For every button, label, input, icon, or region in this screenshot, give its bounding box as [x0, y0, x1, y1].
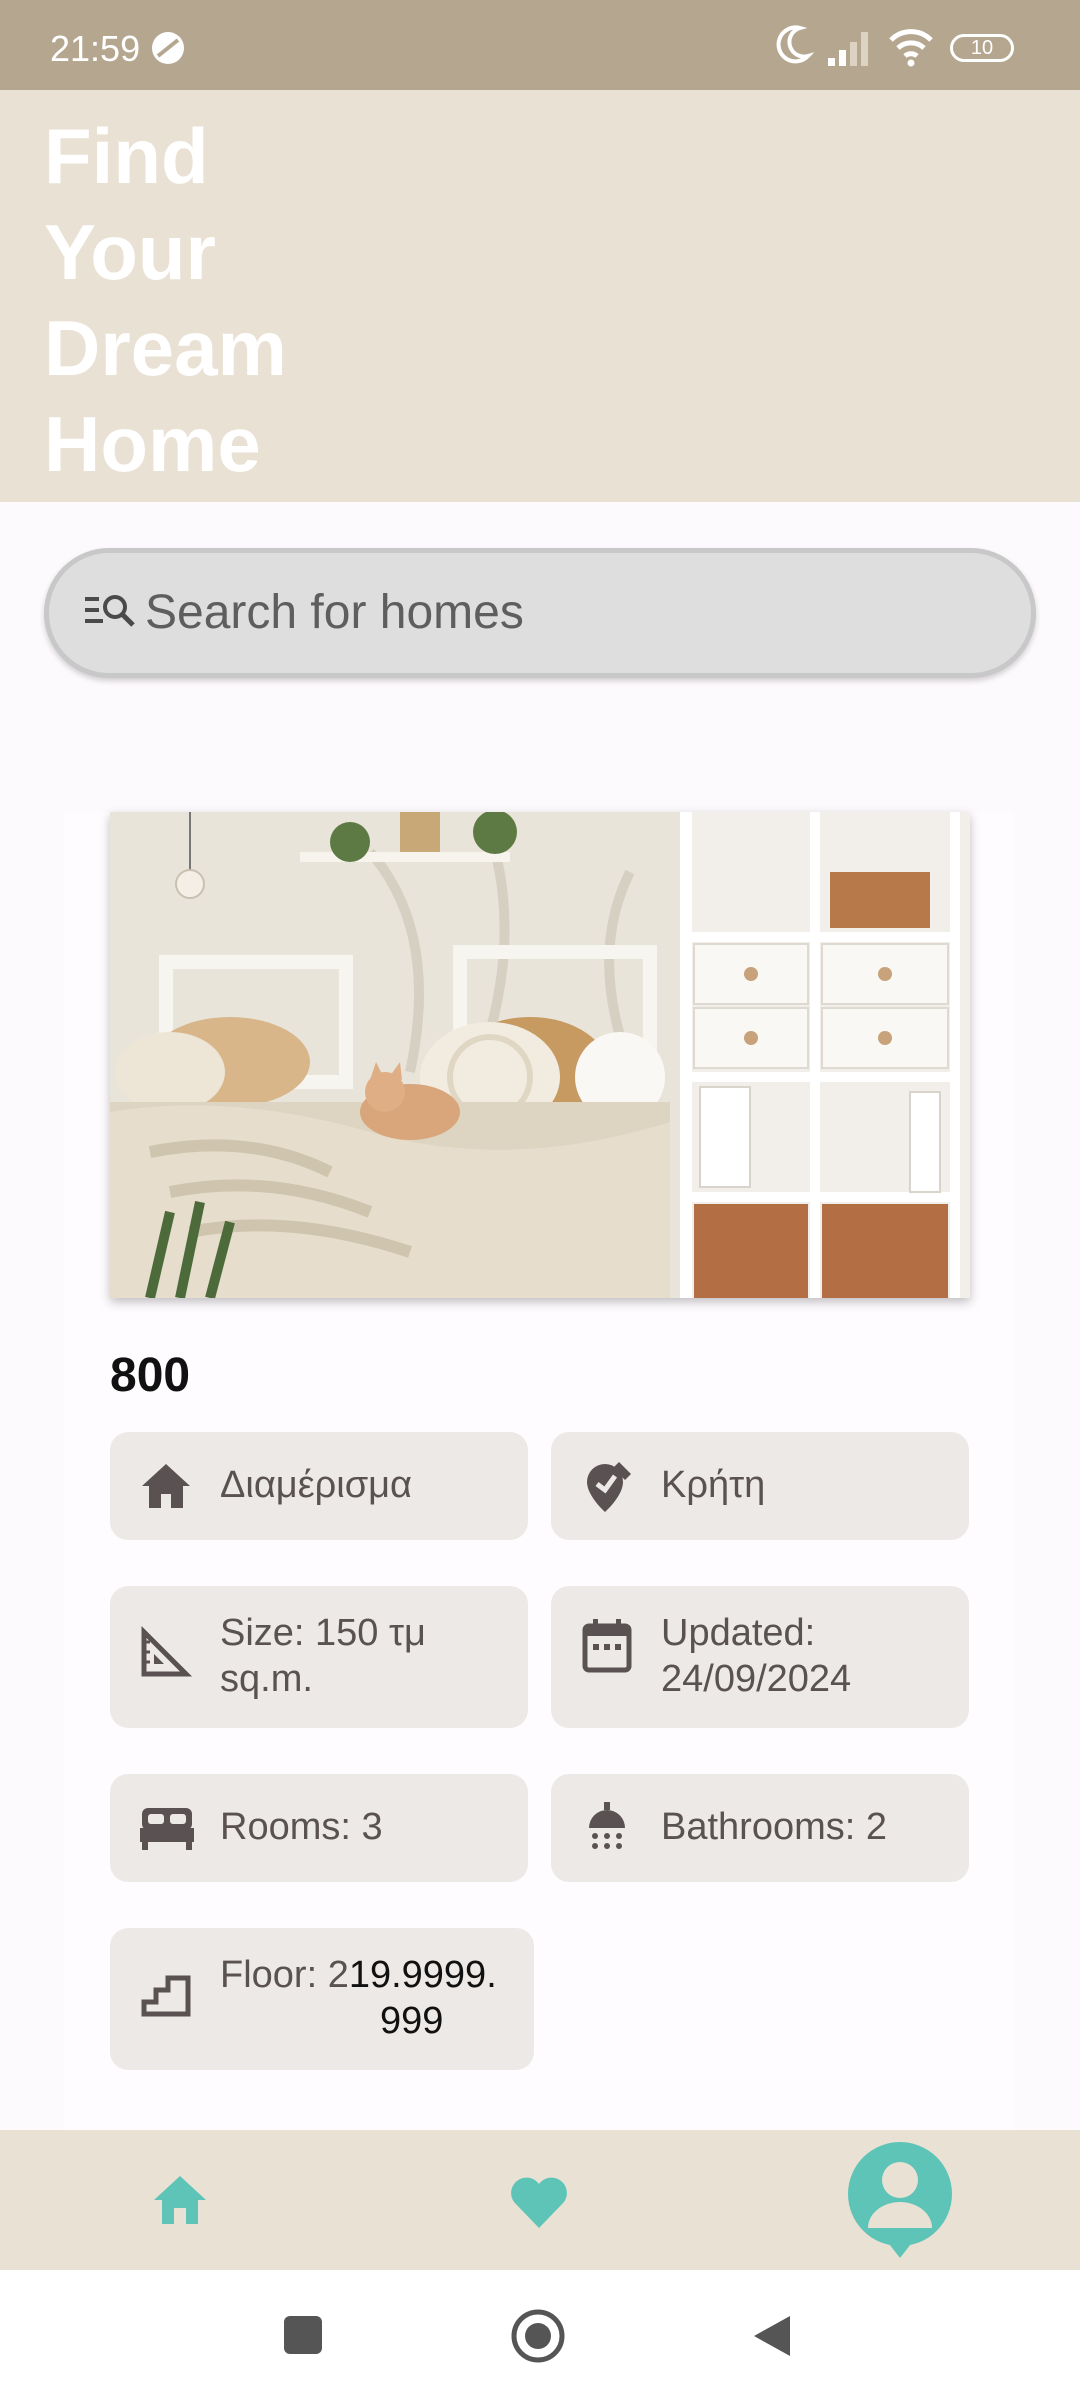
- rooms-text: Rooms: 3: [220, 1806, 383, 1848]
- back-button[interactable]: [752, 2314, 792, 2358]
- chip-property-type: Διαμέρισμα: [110, 1432, 528, 1540]
- size-text: Size: 150 τμ sq.m.: [220, 1612, 426, 1700]
- nav-profile-icon[interactable]: [846, 2142, 954, 2260]
- calendar-icon: [582, 1619, 632, 1673]
- listing-price: 800: [110, 1349, 191, 1402]
- nav-home-icon[interactable]: [150, 2172, 210, 2228]
- nav-favorites-icon[interactable]: [508, 2174, 570, 2230]
- moon-icon: [776, 25, 814, 64]
- chip-floor: Floor: 219.9999. 999: [110, 1928, 534, 2070]
- app-header: Find Your Dream Home: [0, 90, 1080, 502]
- home-icon: [142, 1464, 190, 1508]
- battery-level: 10: [970, 37, 994, 59]
- battery-indicator: 10: [950, 34, 1014, 62]
- search-icon: [85, 595, 135, 627]
- location-edit-icon: [587, 1462, 631, 1512]
- floor-value-line2: 999: [380, 2000, 444, 2042]
- chip-bathrooms: Bathrooms: 2: [551, 1774, 969, 1882]
- floor-label: Floor: 2: [220, 1954, 349, 1996]
- signal-icon: [828, 32, 868, 66]
- page-title: Find Your Dream Home: [44, 112, 287, 488]
- satellite-icon: [152, 32, 184, 64]
- status-time: 21:59: [50, 28, 141, 69]
- location-text: Κρήτη: [661, 1464, 766, 1506]
- floor-text: Floor: 219.9999. 999: [220, 1952, 520, 2044]
- wifi-icon: [889, 29, 933, 67]
- updated-text: Updated: 24/09/2024: [661, 1612, 852, 1700]
- floor-value: 19.9999.: [348, 1954, 497, 1996]
- stairs-icon: [141, 1975, 191, 2017]
- status-bar: 21:59 10: [0, 0, 1080, 90]
- home-system-button[interactable]: [510, 2308, 566, 2364]
- system-navigation-bar: [0, 2270, 1080, 2400]
- chip-size: Size: 150 τμ sq.m.: [110, 1586, 528, 1728]
- bathrooms-text: Bathrooms: 2: [661, 1806, 887, 1848]
- recents-button[interactable]: [284, 2316, 322, 2354]
- property-type-text: Διαμέρισμα: [220, 1464, 413, 1506]
- chip-location: Κρήτη: [551, 1432, 969, 1540]
- search-bar[interactable]: [44, 548, 1036, 678]
- search-input[interactable]: [145, 577, 1005, 647]
- bed-icon: [140, 1808, 194, 1850]
- ruler-icon: [141, 1625, 193, 1677]
- listing-photo[interactable]: [110, 812, 970, 1298]
- shower-icon: [589, 1802, 625, 1849]
- chip-rooms: Rooms: 3: [110, 1774, 528, 1882]
- chip-updated: Updated: 24/09/2024: [551, 1586, 969, 1728]
- bedroom-image: [110, 812, 970, 1298]
- bottom-navigation: [0, 2130, 1080, 2270]
